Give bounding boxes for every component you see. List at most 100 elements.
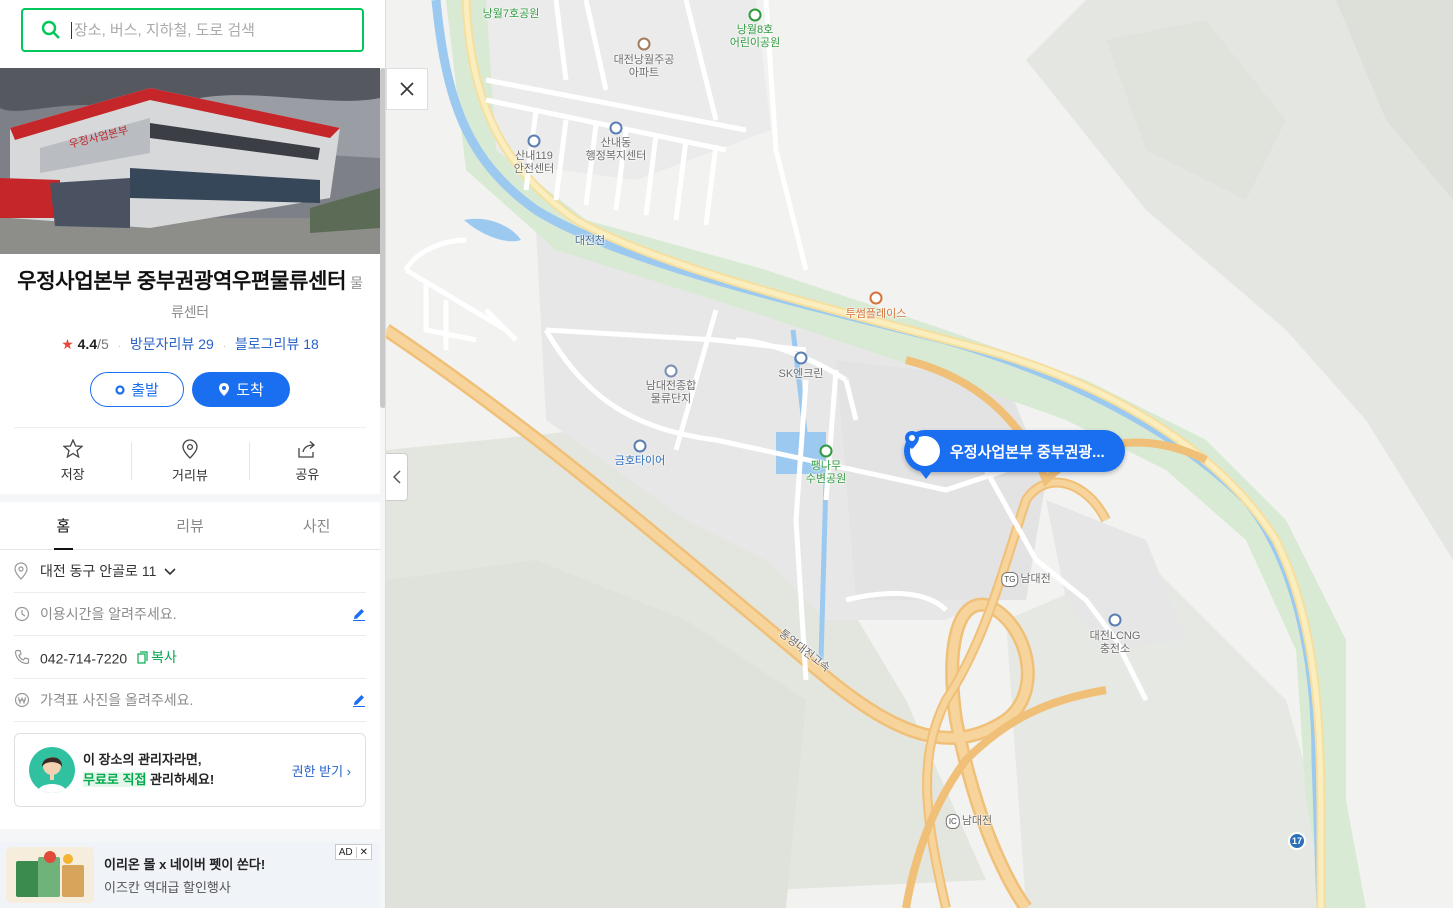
copy-icon xyxy=(137,650,148,664)
building-image: 우정사업본부 xyxy=(0,68,380,254)
ic-badge-icon: IC xyxy=(945,814,960,829)
ad-badge: AD ✕ xyxy=(334,844,372,860)
separator: · xyxy=(117,341,122,352)
map-label-apartment[interactable]: 대전낭월주공 아파트 xyxy=(614,54,675,80)
tab-reviews[interactable]: 리뷰 xyxy=(127,502,254,549)
copy-label: 복사 xyxy=(151,649,177,665)
map-label-twosome[interactable]: 투썸플레이스 xyxy=(846,308,907,321)
ad-close-button[interactable]: ✕ xyxy=(355,846,371,858)
share-button[interactable]: 공유 xyxy=(248,428,366,494)
share-icon xyxy=(298,440,316,458)
close-icon xyxy=(400,82,414,96)
details-bottom-spacer xyxy=(0,807,380,829)
ad-text: 이리온 몰 x 네이버 펫이 쏜다! 이즈칸 역대급 할인행사 xyxy=(104,854,265,896)
place-photo[interactable]: 우정사업본부 xyxy=(0,68,380,254)
pin-icon xyxy=(219,383,230,396)
search-input[interactable] xyxy=(71,21,331,39)
manager-avatar xyxy=(29,747,75,793)
tab-photos[interactable]: 사진 xyxy=(253,502,380,549)
map-label-river: 대전천 xyxy=(574,235,606,247)
visitor-reviews-link[interactable]: 방문자리뷰 29 xyxy=(130,336,214,352)
route-buttons: 출발 도착 xyxy=(14,372,366,407)
office-icon xyxy=(609,121,623,135)
street-view-button[interactable]: 거리뷰 xyxy=(131,428,248,494)
phone-row[interactable]: 042-714-7220 복사 xyxy=(14,636,366,679)
chevron-down-icon[interactable] xyxy=(164,568,176,576)
map-label-park7[interactable]: 낭월7호공원 xyxy=(483,8,540,21)
map-label-sk[interactable]: SK엔크린 xyxy=(778,368,823,381)
ad-subtitle: 이즈칸 역대급 할인행사 xyxy=(104,880,231,895)
ad-banner[interactable]: 이리온 몰 x 네이버 펫이 쏜다! 이즈칸 역대급 할인행사 AD ✕ xyxy=(0,842,380,908)
place-panel: 우정사업본부 우정사업본부 중부권광역우편물류센터물류센터 ★ 4.4/5 · … xyxy=(0,0,386,908)
rating-max: /5 xyxy=(97,336,109,352)
price-prompt: 가격표 사진을 올려주세요. xyxy=(40,692,194,708)
phone-number: 042-714-7220 복사 xyxy=(40,647,177,667)
price-row[interactable]: 가격표 사진을 올려주세요. xyxy=(14,679,366,722)
map-label-logistics[interactable]: 남대전종합 물류단지 xyxy=(646,380,697,406)
apartment-icon xyxy=(637,37,651,51)
map-view[interactable]: 낭월7호공원 낭월8호 어린이공원 대전낭월주공 아파트 산내119 안전센터 … xyxy=(386,0,1453,908)
copy-phone-button[interactable]: 복사 xyxy=(137,647,177,667)
save-button[interactable]: 저장 xyxy=(14,428,131,494)
ad-label: AD xyxy=(338,846,353,858)
map-label-fire-station[interactable]: 산내119 안전센터 xyxy=(514,150,554,176)
hours-row[interactable]: 이용시간을 알려주세요. xyxy=(14,593,366,636)
owner-message: 이 장소의 관리자라면, 무료로 직접 관리하세요! xyxy=(83,752,215,787)
separator: · xyxy=(222,341,227,352)
park-icon xyxy=(819,444,833,458)
location-icon xyxy=(14,562,40,580)
park-icon xyxy=(748,8,762,22)
edit-icon[interactable] xyxy=(352,693,366,707)
map-label-office[interactable]: 산내동 행정복지센터 xyxy=(586,137,647,163)
street-view-label: 거리뷰 xyxy=(172,467,208,483)
location-pin-icon xyxy=(905,431,940,466)
place-actions: 저장 거리뷰 공유 xyxy=(14,427,366,494)
save-label: 저장 xyxy=(60,467,85,482)
star-icon: ★ xyxy=(61,336,74,352)
ad-title: 이리온 몰 x 네이버 펫이 쏜다! xyxy=(104,857,266,872)
place-name: 우정사업본부 중부권광역우편물류센터 xyxy=(17,270,347,293)
map-label-tg[interactable]: TG 남대전 xyxy=(1001,572,1051,587)
fire-station-icon xyxy=(527,134,541,148)
blog-reviews-link[interactable]: 블로그리뷰 18 xyxy=(235,336,319,352)
edit-icon[interactable] xyxy=(352,607,366,621)
panel-scrollbar[interactable] xyxy=(380,68,385,408)
selected-place-pin[interactable]: 우정사업본부 중부권광... xyxy=(904,430,1125,479)
logistics-icon xyxy=(664,364,678,378)
tab-home[interactable]: 홈 xyxy=(0,502,127,550)
pin-tail xyxy=(920,471,932,479)
hours-prompt: 이용시간을 알려주세요. xyxy=(40,606,177,622)
cafe-icon xyxy=(869,291,883,305)
share-label: 공유 xyxy=(295,466,320,482)
map-label-lcng[interactable]: 대전LCNG 충전소 xyxy=(1090,630,1141,656)
map-label-kumho[interactable]: 금호타이어 xyxy=(615,455,666,468)
close-panel-button[interactable] xyxy=(386,68,428,110)
lcng-icon xyxy=(1108,613,1122,627)
location-outline-icon xyxy=(182,438,198,459)
won-icon xyxy=(14,692,40,708)
phone-icon xyxy=(14,649,40,665)
owner-claim-card[interactable]: 이 장소의 관리자라면, 무료로 직접 관리하세요! 권한 받기 › xyxy=(14,733,366,807)
start-dot-icon xyxy=(115,384,125,395)
start-button[interactable]: 출발 xyxy=(90,372,184,407)
gas-station-icon xyxy=(794,351,808,365)
place-title: 우정사업본부 중부권광역우편물류센터 물류센터 xyxy=(14,268,366,326)
search-box[interactable] xyxy=(21,8,364,52)
map-label-ic[interactable]: IC 남대전 xyxy=(945,814,992,829)
get-permission-link[interactable]: 권한 받기 › xyxy=(292,761,351,780)
address-row[interactable]: 대전 동구 안골로 11 xyxy=(14,550,366,593)
arrive-button[interactable]: 도착 xyxy=(192,372,290,407)
rating-row: ★ 4.4/5 · 방문자리뷰 29 · 블로그리뷰 18 xyxy=(14,334,366,354)
clock-icon xyxy=(14,606,40,622)
search-bar xyxy=(0,0,385,68)
arrive-label: 도착 xyxy=(236,382,264,399)
address-text: 대전 동구 안골로 11 xyxy=(40,561,366,581)
pin-label: 우정사업본부 중부권광... xyxy=(950,443,1105,461)
route-17-badge: 17 xyxy=(1288,832,1306,850)
map-label-pengnamu[interactable]: 팽나무 수변공원 xyxy=(806,460,846,486)
place-tabs: 홈 리뷰 사진 xyxy=(0,502,380,550)
place-info: 우정사업본부 중부권광역우편물류센터 물류센터 ★ 4.4/5 · 방문자리뷰 2… xyxy=(0,254,380,494)
search-icon[interactable] xyxy=(41,20,61,40)
map-label-park8[interactable]: 낭월8호 어린이공원 xyxy=(730,24,781,50)
collapse-panel-button[interactable] xyxy=(386,453,408,501)
